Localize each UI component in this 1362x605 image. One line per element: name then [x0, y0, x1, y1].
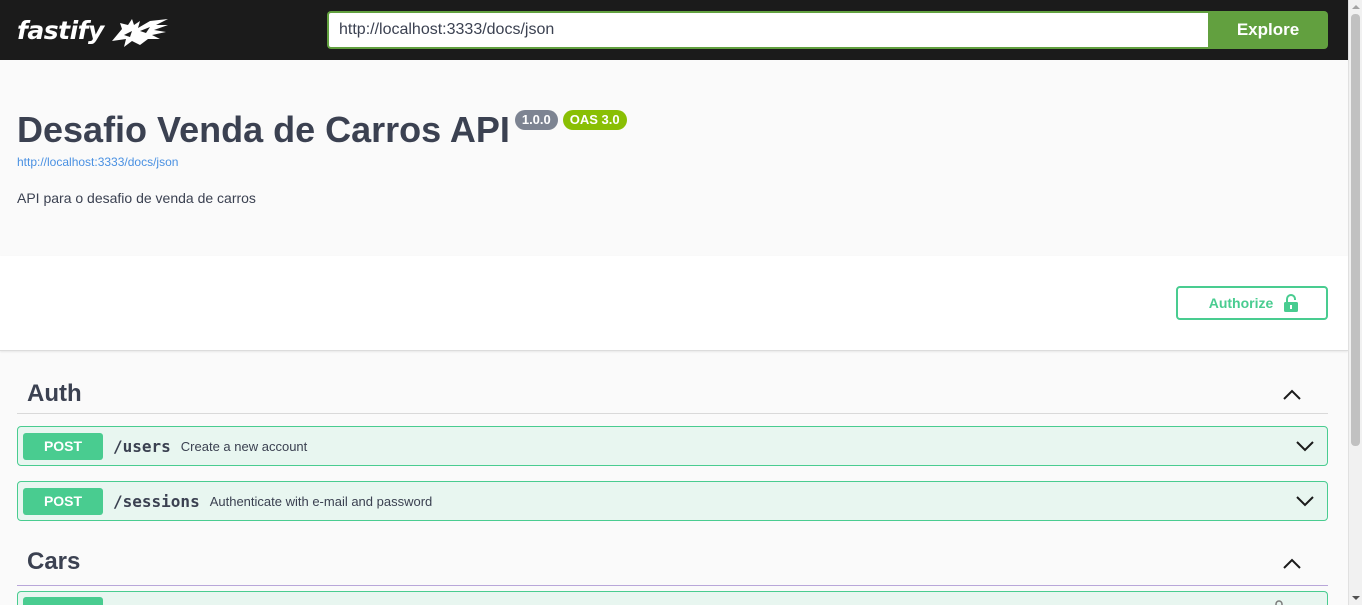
padlock-icon[interactable] [1273, 600, 1285, 605]
vertical-scrollbar[interactable] [1348, 0, 1362, 605]
tag-auth[interactable]: Auth [17, 374, 1328, 414]
chevron-down-icon[interactable] [1295, 493, 1315, 509]
oas-badge: OAS 3.0 [562, 110, 627, 130]
chevron-up-icon[interactable] [1282, 555, 1302, 571]
chevron-up-icon[interactable] [1282, 386, 1302, 402]
chevron-down-icon[interactable] [1295, 438, 1315, 454]
operation-post-sessions[interactable]: POST /sessions Authenticate with e-mail … [17, 481, 1328, 521]
explore-button[interactable]: Explore [1208, 11, 1328, 49]
logo-text: fastify [17, 15, 104, 45]
scroll-up-arrow-icon[interactable] [1349, 1, 1362, 13]
operation-path: /sessions [113, 491, 200, 511]
tag-name: Cars [27, 548, 81, 575]
fastify-logo[interactable]: fastify [17, 10, 170, 50]
spec-url-input[interactable] [327, 11, 1209, 49]
api-title: Desafio Venda de Carros API [17, 109, 510, 150]
title-row: Desafio Venda de Carros API 1.0.0 OAS 3.… [17, 106, 627, 154]
method-badge: POST [23, 432, 103, 460]
version-badge: 1.0.0 [514, 110, 558, 130]
authorize-label: Authorize [1208, 295, 1274, 311]
operation-path: /users [113, 436, 171, 456]
api-info: Desafio Venda de Carros API 1.0.0 OAS 3.… [0, 60, 1348, 256]
unlocked-padlock-icon [1284, 294, 1299, 312]
tag-name: Auth [27, 379, 82, 407]
operation-post-users[interactable]: POST /users Create a new account [17, 426, 1328, 466]
api-description: API para o desafio de venda de carros [17, 190, 256, 206]
fastify-cheetah-logo-icon [111, 19, 168, 47]
spec-url-link[interactable]: http://localhost:3333/docs/json [17, 155, 178, 169]
operation-summary: Create a new account [180, 438, 308, 454]
scheme-container: Authorize [0, 256, 1348, 351]
topbar: fastify Explore [0, 0, 1348, 60]
operation-post-cars[interactable]: POST [17, 591, 1328, 605]
authorize-button[interactable]: Authorize [1176, 286, 1328, 320]
method-badge: POST [23, 487, 103, 515]
operation-summary: Authenticate with e-mail and password [209, 493, 433, 509]
scrollbar-thumb[interactable] [1351, 14, 1360, 446]
tag-cars[interactable]: Cars [17, 539, 1328, 586]
scroll-down-arrow-icon[interactable] [1349, 592, 1362, 604]
method-badge: POST [23, 597, 103, 605]
